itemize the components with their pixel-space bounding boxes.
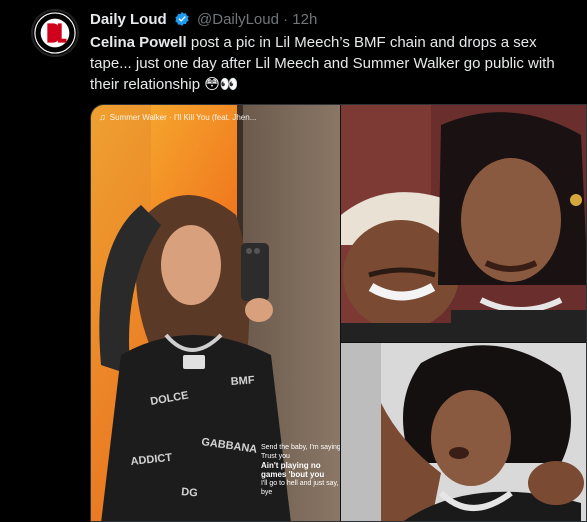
separator-dot: · bbox=[283, 11, 289, 28]
woman-closeup-photo bbox=[341, 343, 586, 521]
tweet-text: Celina Powell post a pic in Lil Meech’s … bbox=[90, 32, 582, 95]
music-sticker: ♫ Summer Walker · I'll Kill You (feat. J… bbox=[99, 109, 329, 125]
tweet-header: Daily Loud @DailyLoud · 12h bbox=[90, 10, 317, 32]
caption-top: Send the baby, I'm saying Trust you bbox=[261, 444, 340, 460]
media-image-mirror-selfie[interactable]: DOLCE GABBANA ADDICT DG BMF ♫ Summer Wal bbox=[91, 105, 340, 521]
tweet-text-subject: Celina Powell bbox=[90, 34, 187, 51]
tweet-timestamp[interactable]: 12h bbox=[292, 11, 317, 28]
daily-loud-logo bbox=[34, 12, 76, 54]
music-note-icon: ♫ bbox=[99, 112, 106, 122]
svg-text:DG: DG bbox=[181, 486, 198, 499]
media-image-couple-selfie[interactable] bbox=[341, 105, 586, 342]
media-image-woman-closeup[interactable] bbox=[341, 343, 586, 521]
tweet[interactable]: Daily Loud @DailyLoud · 12h Celina Powel… bbox=[0, 0, 587, 522]
author-name[interactable]: Daily Loud bbox=[90, 11, 167, 28]
author-handle[interactable]: @DailyLoud bbox=[197, 11, 279, 28]
author-avatar[interactable] bbox=[31, 9, 79, 57]
tweet-media-grid[interactable]: DOLCE GABBANA ADDICT DG BMF ♫ Summer Wal bbox=[90, 104, 587, 522]
tweet-emoji: 😳👀 bbox=[204, 75, 239, 93]
caption-bottom: I'll go to hell and just say, bye bbox=[261, 480, 339, 496]
music-label: Summer Walker · I'll Kill You (feat. Jhe… bbox=[109, 112, 257, 122]
couple-selfie-photo bbox=[341, 105, 586, 342]
verified-badge-icon bbox=[174, 11, 190, 32]
svg-text:BMF: BMF bbox=[230, 374, 255, 388]
caption-bold: Ain't playing no games 'bout you bbox=[261, 461, 325, 479]
story-caption: Send the baby, I'm saying Trust you Ain'… bbox=[261, 443, 340, 497]
